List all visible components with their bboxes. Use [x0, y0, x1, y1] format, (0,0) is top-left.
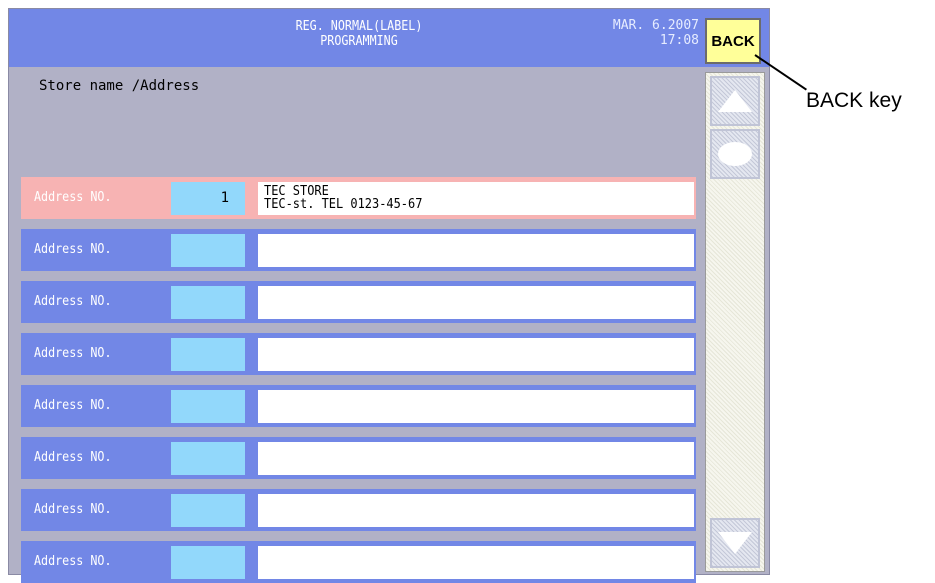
address-row[interactable]: Address NO. — [21, 489, 696, 531]
address-number-field[interactable] — [171, 286, 245, 319]
header-time: 17:08 — [659, 33, 699, 48]
address-number-field[interactable]: 1 — [171, 182, 245, 215]
address-text-field[interactable] — [258, 286, 694, 319]
address-number-field[interactable] — [171, 494, 245, 527]
scroll-thumb[interactable] — [710, 129, 760, 179]
section-title: Store name /Address — [39, 78, 200, 94]
address-number-field[interactable] — [171, 234, 245, 267]
oval-icon — [718, 142, 752, 166]
address-line2: TEC-st. TEL 0123-45-67 — [264, 197, 423, 212]
address-text-field[interactable] — [258, 494, 694, 527]
address-no-label: Address NO. — [34, 554, 112, 569]
address-row[interactable]: Address NO. — [21, 229, 696, 271]
address-no-label: Address NO. — [34, 502, 112, 517]
programming-screen: REG. NORMAL(LABEL) PROGRAMMING MAR. 6.20… — [8, 8, 770, 583]
address-number-field[interactable] — [171, 546, 245, 579]
address-row[interactable]: Address NO. 1 TEC STORE TEC-st. TEL 0123-45… — [21, 177, 696, 219]
address-text-field[interactable] — [258, 546, 694, 579]
header-title-line1: REG. NORMAL(LABEL) — [295, 19, 423, 34]
address-row[interactable]: Address NO. — [21, 541, 696, 583]
header-bar: REG. NORMAL(LABEL) PROGRAMMING MAR. 6.20… — [9, 9, 769, 67]
address-no-label: Address NO. — [34, 398, 112, 413]
address-row[interactable]: Address NO. — [21, 281, 696, 323]
address-text-field[interactable] — [258, 234, 694, 267]
address-text-field[interactable] — [258, 442, 694, 475]
address-no-label: Address NO. — [34, 190, 112, 205]
triangle-up-icon — [718, 90, 752, 112]
address-no-label: Address NO. — [34, 450, 112, 465]
header-datetime: MAR. 6.2007 17:08 — [574, 18, 699, 48]
address-no-label: Address NO. — [34, 242, 112, 257]
scrollbar[interactable] — [705, 72, 765, 572]
back-button[interactable]: BACK — [705, 18, 761, 64]
scroll-down-button[interactable] — [710, 518, 760, 568]
header-title-line2: PROGRAMMING — [320, 34, 398, 49]
address-no-label: Address NO. — [34, 346, 112, 361]
triangle-down-icon — [718, 532, 752, 554]
address-number-field[interactable] — [171, 442, 245, 475]
address-number-field[interactable] — [171, 390, 245, 423]
address-number-field[interactable] — [171, 338, 245, 371]
address-row[interactable]: Address NO. — [21, 385, 696, 427]
scroll-up-button[interactable] — [710, 76, 760, 126]
address-text-field[interactable]: TEC STORE TEC-st. TEL 0123-45-67 — [258, 182, 694, 215]
address-text-field[interactable] — [258, 390, 694, 423]
address-text-field[interactable] — [258, 338, 694, 371]
callout-back-key-label: BACK key — [806, 89, 902, 112]
address-row[interactable]: Address NO. — [21, 437, 696, 479]
header-date: MAR. 6.2007 — [612, 18, 699, 33]
address-no-label: Address NO. — [34, 294, 112, 309]
address-row[interactable]: Address NO. — [21, 333, 696, 375]
header-title: REG. NORMAL(LABEL) PROGRAMMING — [260, 19, 458, 49]
